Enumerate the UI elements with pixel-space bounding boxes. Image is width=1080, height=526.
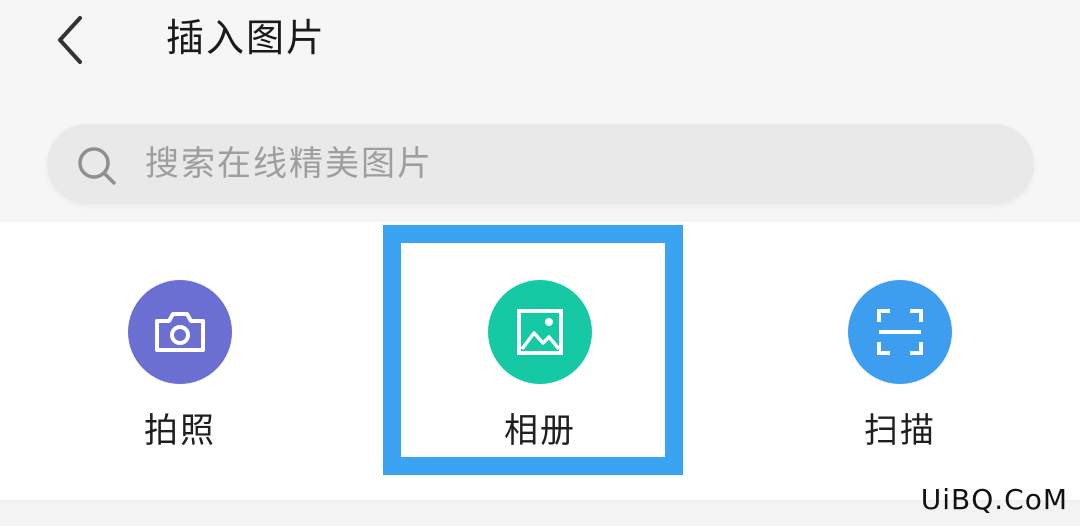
scan-option[interactable]: 扫描 [750,222,1050,474]
scan-icon [877,309,923,355]
insert-options: 拍照 相册 扫描 [0,222,1080,502]
insert-image-screen: 插入图片 拍照 [0,0,1080,526]
scan-icon-circle [848,280,952,384]
camera-icon [155,312,205,352]
page-title: 插入图片 [166,16,327,60]
album-option[interactable]: 相册 [390,222,690,474]
image-icon [517,309,563,355]
watermark: UiBQ.CoM [920,483,1068,516]
bottom-divider [0,500,1080,526]
header-area: 插入图片 [0,0,1080,222]
camera-option-label: 拍照 [144,411,216,451]
chevron-left-icon [58,16,82,64]
search-input[interactable] [145,124,1005,204]
search-icon [78,147,116,185]
back-button[interactable] [44,6,104,72]
camera-option[interactable]: 拍照 [30,222,330,474]
camera-icon-circle [128,280,232,384]
image-icon-circle [488,280,592,384]
scan-option-label: 扫描 [864,411,936,451]
album-option-label: 相册 [504,411,576,451]
search-bar[interactable] [47,124,1034,204]
